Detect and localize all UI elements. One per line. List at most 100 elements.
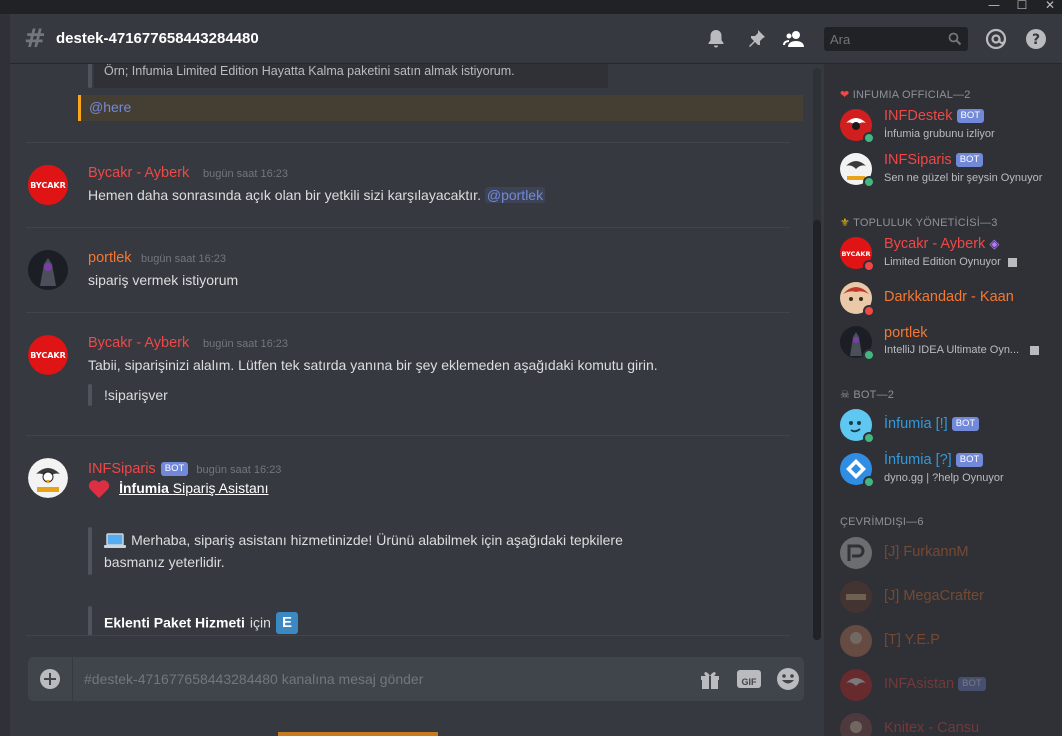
message-text: Hemen daha sonrasında açık olan bir yetk…	[88, 187, 481, 203]
svg-text:BYCAKR: BYCAKR	[30, 181, 66, 190]
member-avatar[interactable]	[840, 713, 872, 736]
member-item[interactable]: Knitex - Cansu	[884, 720, 979, 736]
member-avatar[interactable]	[840, 537, 872, 569]
member-avatar[interactable]	[840, 153, 875, 188]
search-box[interactable]	[824, 27, 968, 51]
member-avatar[interactable]	[840, 669, 872, 701]
upload-plus-icon[interactable]	[39, 668, 61, 690]
quote-bar	[88, 64, 92, 88]
member-avatar[interactable]	[840, 453, 875, 488]
avatar[interactable]: BYCAKR	[28, 335, 68, 375]
member-item[interactable]: [J] MegaCrafter	[884, 588, 984, 604]
bot-tag: BOT	[955, 453, 984, 468]
member-item[interactable]: İnfumia [?] BOT	[884, 452, 984, 468]
avatar[interactable]	[28, 458, 68, 498]
member-item[interactable]: portlek	[884, 325, 928, 341]
bot-tag: BOT	[958, 677, 986, 692]
member-activity: İnfumia grubunu izliyor	[884, 128, 995, 140]
mega-avatar-icon	[840, 581, 872, 613]
message-content: Hemen daha sonrasında açık olan bir yetk…	[88, 187, 546, 203]
member-activity-row: Limited Edition Oynuyor	[884, 256, 1017, 268]
avatar[interactable]: BYCAKR	[28, 165, 68, 205]
heart-icon	[88, 479, 110, 498]
member-avatar[interactable]	[840, 581, 872, 613]
channel-title: destek-471677658443284480	[56, 30, 259, 47]
minimize-button[interactable]: —	[982, 0, 1006, 13]
help-icon[interactable]: ?	[1024, 27, 1048, 51]
heading-text: Sipariş Asistanı	[172, 480, 269, 496]
quote-bar	[88, 606, 92, 636]
message-author[interactable]: portlek	[88, 250, 132, 266]
user-mention[interactable]: @portlek	[484, 187, 546, 203]
message-input[interactable]	[84, 668, 604, 690]
embed-item: Eklenti Paket Hizmeti için E	[104, 612, 299, 634]
pin-icon[interactable]	[744, 27, 768, 51]
online-status-icon	[863, 176, 875, 188]
gif-button[interactable]: GIF	[737, 670, 761, 688]
here-mention[interactable]: @here	[89, 99, 131, 115]
heading-bold: İnfumia	[119, 480, 169, 496]
eagle-logo-icon	[840, 669, 872, 701]
message-author[interactable]: Bycakr - Ayberk	[88, 335, 189, 351]
bot-tag: BOT	[951, 417, 980, 432]
message-composer: GIF	[28, 657, 804, 701]
avatar[interactable]	[28, 250, 68, 290]
member-item[interactable]: [T] Y.E.P	[884, 632, 940, 648]
member-avatar[interactable]	[840, 409, 875, 444]
member-group-header: ⚜ TOPLULUK YÖNETİCİSİ—3	[840, 217, 998, 229]
scrollbar-thumb[interactable]	[813, 220, 821, 640]
member-item[interactable]: [J] FurkannM	[884, 544, 969, 560]
member-avatar[interactable]	[840, 109, 875, 144]
svg-text:BYCAKR: BYCAKR	[842, 250, 871, 258]
member-group-header: ❤ INFUMIA OFFICIAL—2	[840, 89, 971, 101]
online-status-icon	[863, 132, 875, 144]
member-item[interactable]: INFSiparis BOT	[884, 152, 984, 168]
rich-presence-icon	[1007, 257, 1017, 267]
maximize-button[interactable]: ☐	[1010, 0, 1034, 13]
member-item[interactable]: İnfumia [!] BOT	[884, 416, 980, 432]
dnd-status-icon	[863, 260, 875, 272]
bycakr-logo-icon: BYCAKR	[28, 335, 68, 375]
svg-text:?: ?	[1032, 32, 1040, 48]
gift-icon[interactable]	[698, 667, 722, 691]
p-logo-icon	[840, 537, 872, 569]
message-divider	[26, 142, 790, 143]
item-text: için	[249, 614, 271, 631]
online-status-icon	[863, 349, 875, 361]
search-input[interactable]	[830, 30, 942, 48]
mention-icon[interactable]	[984, 27, 1008, 51]
window-titlebar: — ☐ ✕	[0, 0, 1062, 14]
member-avatar[interactable]	[840, 326, 875, 361]
chat-area: Örn; Infumia Limited Edition Hayatta Kal…	[10, 64, 824, 736]
member-item[interactable]: Darkkandadr - Kaan	[884, 289, 1014, 305]
channel-header: # destek-471677658443284480 ?	[10, 14, 1062, 64]
online-status-icon	[863, 476, 875, 488]
item-bold: Eklenti Paket Hizmeti	[104, 614, 245, 631]
member-avatar[interactable]	[840, 625, 872, 657]
member-group-header: ÇEVRİMDIŞI—6	[840, 516, 924, 528]
members-icon[interactable]	[783, 27, 807, 51]
message-timestamp: bugün saat 16:23	[203, 168, 289, 180]
close-button[interactable]: ✕	[1038, 0, 1062, 13]
member-item[interactable]: INFAsistan BOT	[884, 676, 986, 692]
quote-bar	[88, 527, 92, 575]
yep-avatar-icon	[840, 625, 872, 657]
member-item[interactable]: Bycakr - Ayberk ◈	[884, 236, 999, 252]
bell-icon[interactable]	[704, 27, 728, 51]
message-text: sipariş vermek istiyorum	[88, 272, 239, 288]
online-status-icon	[863, 432, 875, 444]
member-item[interactable]: INFDestek BOT	[884, 108, 985, 124]
server-sidebar-edge	[0, 14, 10, 736]
nitro-icon: ◈	[989, 236, 1000, 251]
message-divider	[26, 635, 790, 636]
bot-tag: BOT	[160, 461, 189, 476]
member-avatar[interactable]	[840, 282, 875, 317]
gif-label: GIF	[741, 677, 757, 687]
emoji-icon[interactable]	[776, 667, 800, 691]
member-avatar[interactable]: BYCAKR	[840, 237, 875, 272]
shield-icon: ⚜	[840, 217, 851, 229]
message-timestamp: bugün saat 16:23	[203, 338, 289, 350]
member-activity: Sen ne güzel bir şeysin Oynuyor	[884, 172, 1043, 184]
message-author[interactable]: INFSiparis	[88, 461, 156, 477]
message-author[interactable]: Bycakr - Ayberk	[88, 165, 189, 181]
